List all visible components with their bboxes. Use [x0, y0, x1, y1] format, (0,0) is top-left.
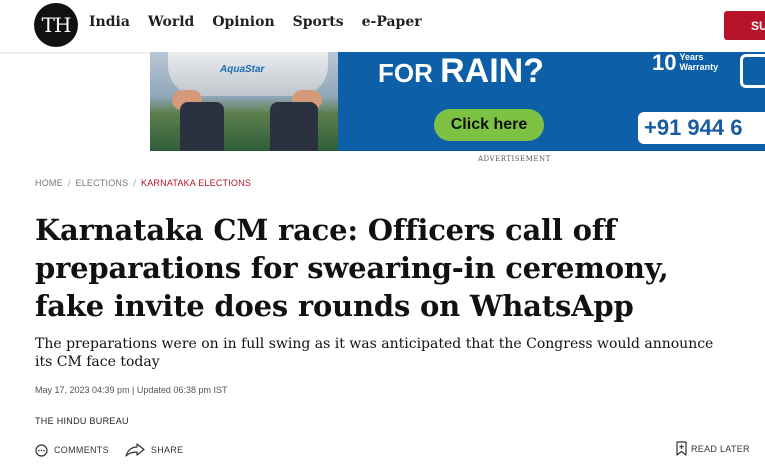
breadcrumb: HOME / ELECTIONS / KARNATAKA ELECTIONS	[35, 178, 251, 188]
share-button[interactable]: SHARE	[125, 443, 184, 457]
nav-item-world[interactable]: World	[148, 14, 194, 30]
ad-warranty-badge: 10 Years Warranty	[652, 52, 722, 82]
share-icon	[125, 443, 145, 457]
breadcrumb-elections[interactable]: ELECTIONS	[76, 178, 129, 188]
the-hindu-logo[interactable]: TH	[34, 3, 78, 47]
main-nav: India World Opinion Sports e-Paper	[89, 14, 440, 30]
ad-phone-number: +91 944 6	[638, 112, 765, 144]
ad-headline-main: RAIN?	[440, 52, 545, 90]
comments-label: COMMENTS	[54, 445, 109, 455]
ad-warranty-years: Years	[679, 52, 704, 62]
article-author[interactable]: THE HINDU BUREAU	[35, 416, 129, 426]
lock-icon	[740, 54, 765, 88]
breadcrumb-karnataka-elections[interactable]: KARNATAKA ELECTIONS	[141, 178, 251, 188]
ad-photo: AquaStar	[150, 52, 338, 151]
article-dateline: May 17, 2023 04:39 pm | Updated 06:38 pm…	[35, 385, 228, 395]
breadcrumb-home[interactable]: HOME	[35, 178, 63, 188]
ad-leg-left	[180, 102, 224, 151]
ad-warranty-label: Warranty	[679, 62, 719, 72]
article-title: Karnataka CM race: Officers call off pre…	[35, 213, 669, 323]
advertisement-label: ADVERTISEMENT	[478, 155, 551, 163]
bookmark-icon	[676, 441, 687, 456]
ad-click-here-button[interactable]: Click here	[434, 109, 544, 141]
ad-warranty-number: 10	[652, 52, 677, 75]
ad-brand-logo: AquaStar	[220, 64, 265, 75]
article-subtitle: The preparations were on in full swing a…	[35, 336, 714, 370]
nav-item-opinion[interactable]: Opinion	[212, 14, 274, 30]
read-later-button[interactable]: READ LATER	[676, 441, 750, 456]
ad-leg-right	[270, 102, 318, 151]
nav-item-sports[interactable]: Sports	[293, 14, 344, 30]
share-label: SHARE	[150, 445, 184, 455]
nav-item-e-paper[interactable]: e-Paper	[362, 14, 422, 30]
read-later-label: READ LATER	[691, 443, 750, 454]
subscribe-button[interactable]: SU	[724, 11, 765, 40]
comments-button[interactable]: COMMENTS	[35, 443, 109, 457]
advertisement-label-area: ADVERTISEMENT	[150, 155, 765, 165]
ad-headline: FOR RAIN?	[378, 52, 544, 91]
comment-icon	[35, 443, 48, 457]
breadcrumb-separator: /	[67, 178, 71, 188]
breadcrumb-separator: /	[133, 178, 137, 188]
ad-headline-prefix: FOR	[378, 58, 433, 88]
article-actions: COMMENTS SHARE	[35, 441, 199, 459]
advertisement-banner[interactable]: AquaStar FOR RAIN? Click here 10 Years W…	[150, 52, 765, 151]
top-navigation-bar: TH India World Opinion Sports e-Paper SU	[0, 0, 765, 52]
nav-item-india[interactable]: India	[89, 14, 130, 30]
